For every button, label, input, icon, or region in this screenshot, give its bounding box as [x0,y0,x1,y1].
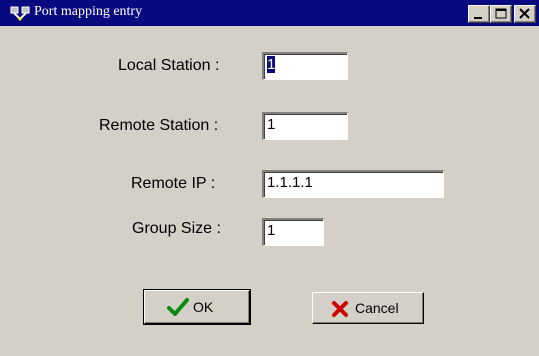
app-icon [10,5,32,21]
remote-ip-value: 1.1.1.1 [267,174,313,191]
group-size-field[interactable]: 1 [262,218,324,246]
local-station-value: 1 [267,56,276,73]
ok-button[interactable]: OK [143,289,251,325]
minimize-icon [474,17,482,19]
remote-station-field[interactable]: 1 [262,112,348,140]
remote-ip-field[interactable]: 1.1.1.1 [262,170,444,198]
remote-station-label: Remote Station : [99,117,219,134]
checkmark-icon [167,298,189,321]
x-icon [331,300,349,323]
maximize-button[interactable] [490,5,512,23]
cancel-button[interactable]: Cancel [312,292,424,324]
remote-station-value: 1 [267,116,276,133]
close-icon [519,8,530,19]
remote-ip-label: Remote IP : [131,175,216,192]
maximize-icon [495,8,507,19]
ok-button-label: OK [193,299,214,315]
minimize-button[interactable] [468,5,490,23]
cancel-button-label: Cancel [355,300,399,316]
close-button[interactable] [514,5,536,23]
group-size-label: Group Size : [132,220,221,237]
window-title: Port mapping entry [34,4,143,19]
local-station-label: Local Station : [118,57,220,74]
group-size-value: 1 [267,222,276,239]
local-station-field[interactable]: 1 [262,52,348,80]
title-bar[interactable]: Port mapping entry [0,0,539,26]
port-mapping-dialog: Port mapping entry Local Station : 1 Rem… [0,0,539,356]
